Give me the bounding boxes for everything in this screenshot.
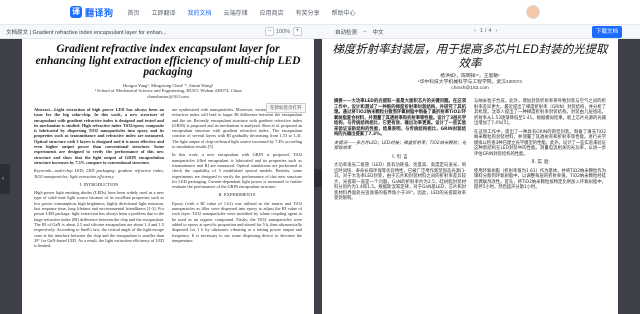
language-selector[interactable]: 自动检测 → 中文 xyxy=(335,28,389,36)
original-page: Gradient refractive index encapsulant la… xyxy=(22,39,314,314)
page-navigator: ‹ 1 / 4 › xyxy=(470,28,501,34)
zoom-controls: − 100% + xyxy=(265,27,304,36)
zoom-in-button[interactable]: + xyxy=(293,27,303,36)
nav-item-cloud-storage[interactable]: 云端存储 xyxy=(224,8,248,17)
abstract-zh: 摘要——大功率LED的光提取一直是大面积芯片的关键问题。在这项工作中，设计和测试… xyxy=(334,99,466,138)
paper-body-en: Abstract—Light extraction of high power … xyxy=(30,107,306,251)
nav-item-translate[interactable]: 立即翻译 xyxy=(152,8,176,17)
section-heading-intro-zh: I. 引 言 xyxy=(392,154,408,160)
arrow-right-icon: → xyxy=(362,28,368,34)
intro-paragraph-en: High power light emitting diodes (LEDs) … xyxy=(34,190,164,249)
target-language[interactable]: 中文 xyxy=(373,28,384,36)
email-line: chmxhuster@163.com xyxy=(147,93,189,99)
section-heading-experiments-en: II. EXPERIMENTS xyxy=(218,192,256,198)
document-toolbar: 文档原文 | Gradient refractive index encapsu… xyxy=(0,25,640,39)
section-heading-experiments-zh: II. 实 验 xyxy=(531,160,549,166)
nav-item-help[interactable]: 帮助中心 xyxy=(332,8,356,17)
zoom-out-button[interactable]: − xyxy=(265,27,274,36)
logo-text: 翻译狗 xyxy=(85,7,114,18)
prev-page-button[interactable]: ‹ xyxy=(474,28,476,34)
email-line: chmxh@163.com xyxy=(451,85,489,91)
page-separator: / xyxy=(484,28,487,34)
next-page-button[interactable]: › xyxy=(496,28,498,34)
paragraph-en: In this work, a new encapsulant with GRI… xyxy=(172,152,302,190)
paper-title-zh: 梯度折射率封装层，用于提高多芯片LED封装的光提取效率 xyxy=(332,44,608,70)
paper-authors-en: Hongru Yang¹, Mingxiang Chen¹ *, Simin W… xyxy=(22,83,314,100)
document-viewer: ‹ Gradient refractive index encapsulant … xyxy=(0,39,640,314)
abstract-en: Abstract—Light extraction of high power … xyxy=(34,107,164,165)
paragraph-zh: 在这项工作中，提出了一种具有GRIN的新型封装。制备了填充TiO2纳米颗粒的封装… xyxy=(474,129,606,157)
paragraph-zh: 使用环氧树脂（折射率值为1.61）作为基体，并将TiO2纳米颗粒作为填料分散到环… xyxy=(474,168,606,191)
paper-body-zh: 摘要——大功率LED的光提取一直是大面积芯片的关键问题。在这项工作中，设计和测试… xyxy=(330,99,610,205)
section-heading-intro-en: I. INTRODUCTION xyxy=(79,181,119,187)
main-nav: 首页 立即翻译 我的文档 云端存储 应用商店 有奖分享 帮助中心 xyxy=(128,8,368,17)
top-nav-bar: 译 翻译狗 首页 立即翻译 我的文档 云端存储 应用商店 有奖分享 帮助中心 xyxy=(0,0,640,25)
app-logo[interactable]: 译 翻译狗 xyxy=(70,6,114,19)
user-avatar[interactable] xyxy=(526,5,540,19)
download-document-button[interactable]: 下载文档 xyxy=(592,26,622,38)
paper-title-en: Gradient refractive index encapsulant la… xyxy=(35,43,301,78)
nav-item-app-store[interactable]: 应用商店 xyxy=(260,8,284,17)
paragraph-en: Epoxy (with a RI value of 1.61) was util… xyxy=(172,200,302,243)
logo-icon: 译 xyxy=(70,6,82,18)
nav-item-share-rewards[interactable]: 有奖分享 xyxy=(296,8,320,17)
keywords-zh: 关键词——多芯片LED；LED封装；梯度折射率；TiO2纳米颗粒；光提取效率 xyxy=(334,140,466,152)
nav-item-home[interactable]: 首页 xyxy=(128,8,140,17)
column-left-en: Abstract—Light extraction of high power … xyxy=(30,107,168,251)
zoom-level: 100% xyxy=(276,28,291,35)
chevron-left-icon[interactable]: ‹ xyxy=(2,176,4,182)
document-title: 文档原文 | Gradient refractive index encapsu… xyxy=(6,30,167,36)
keywords-en: Keywords—multi-chip LED; LED packaging; … xyxy=(34,168,164,179)
column-left-zh: 摘要——大功率LED的光提取一直是大面积芯片的关键问题。在这项工作中，设计和测试… xyxy=(330,99,470,205)
source-language[interactable]: 自动检测 xyxy=(335,28,357,36)
paper-authors-zh: 杨洪如¹，陈明祥¹*，王思敏¹ ¹华中科技大学机械科学与工程学院，武汉43007… xyxy=(322,74,618,91)
paragraph-en: are synthesized with nanoparticles. More… xyxy=(172,107,302,150)
total-pages: 4 xyxy=(488,28,492,34)
nav-item-my-documents[interactable]: 我的文档 xyxy=(188,8,212,17)
intro-paragraph-zh: 大功率发光二极管（LED）具有功耗低、亮度高、高度定向发光、响应时间快、寿命长和… xyxy=(334,163,466,202)
current-page[interactable]: 1 xyxy=(480,28,483,34)
translated-page: 梯度折射率封装层，用于提高多芯片LED封装的光提取效率 杨洪如¹，陈明祥¹*，王… xyxy=(322,39,618,314)
column-right-en: are synthesized with nanoparticles. More… xyxy=(168,107,306,251)
paragraph-zh: 与纳米粒子合成。此外，增加封装折射率将导致封装与空气之间的折射率差异更大。最近提… xyxy=(474,99,606,127)
column-right-zh: 与纳米粒子合成。此外，增加封装折射率将导致封装与空气之间的折射率差异更大。最近提… xyxy=(470,99,610,205)
open-in-new-tab-button[interactable]: 在新标签页打开 xyxy=(266,103,306,113)
split-handle[interactable] xyxy=(314,169,322,187)
